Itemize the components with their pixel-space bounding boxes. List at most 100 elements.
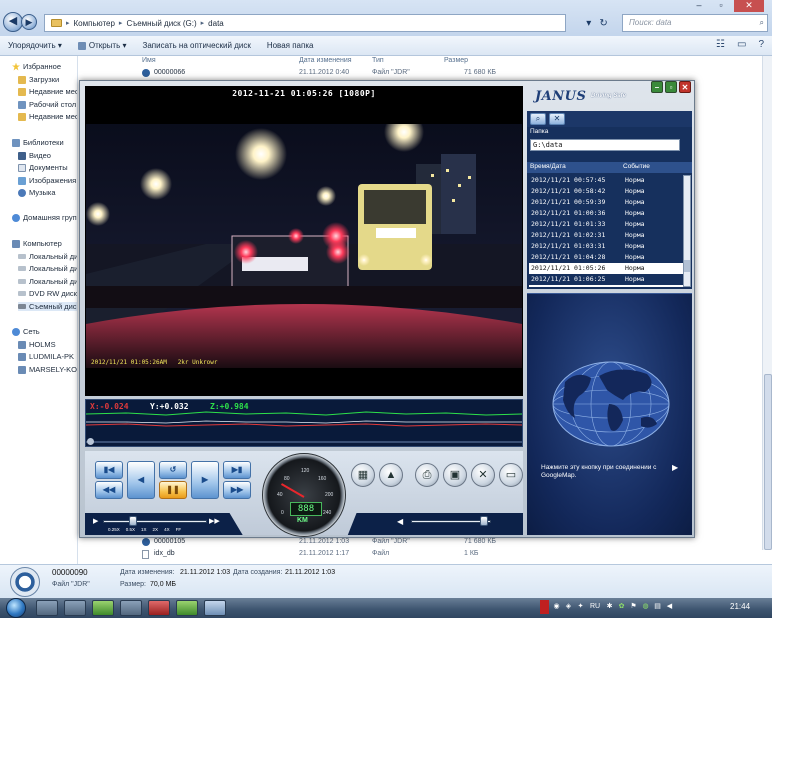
minimize-icon[interactable]: – <box>651 81 663 93</box>
nav-network-marsely[interactable]: MARSELY-KOM <box>18 365 77 374</box>
playback-speed-slider[interactable] <box>103 520 207 523</box>
fast-forward-icon[interactable]: ▶▶ <box>209 517 220 525</box>
language-indicator[interactable]: RU <box>588 600 602 614</box>
new-folder-button[interactable]: Новая папка <box>259 41 322 50</box>
nav-local-disk-3[interactable]: Локальный ди <box>18 277 77 286</box>
prev-file-button[interactable]: ▮◀ <box>95 461 123 479</box>
back-button[interactable]: ◀ <box>3 12 23 32</box>
network-icon[interactable]: ▤ <box>653 600 662 614</box>
list-item[interactable]: 2012/11/21 01:03:31 Норма <box>529 241 683 252</box>
nav-recent-places[interactable]: Недавние мес <box>18 112 77 121</box>
pause-button[interactable]: ❚❚ <box>159 481 187 499</box>
gsensor-graph[interactable]: X:-0.024 Y:+0.032 Z:+0.984 <box>85 399 523 447</box>
breadcrumb-drive[interactable]: Съемный диск (G:) <box>126 19 196 28</box>
search-icon[interactable]: ⌕ <box>530 113 546 125</box>
nav-music[interactable]: Музыка <box>18 188 56 197</box>
volume-icon[interactable]: ◀ <box>665 600 674 614</box>
list-item[interactable]: 2012/11/21 00:57:45 Норма <box>529 175 683 186</box>
list-item[interactable]: 2012/11/21 01:04:28 Норма <box>529 252 683 263</box>
settings-tools-icon[interactable]: ✕ <box>549 113 565 125</box>
start-button[interactable] <box>6 598 26 618</box>
playback-speed-thumb[interactable] <box>129 516 137 526</box>
file-list-scrollbar[interactable] <box>762 56 772 550</box>
tray-app-icon[interactable] <box>540 600 549 614</box>
list-item[interactable]: 2012/11/21 01:02:31 Норма <box>529 230 683 241</box>
list-item[interactable]: 2012/11/21 00:58:42 Норма <box>529 186 683 197</box>
event-log-list[interactable]: 2012/11/21 00:57:45 Норма 2012/11/21 00:5… <box>529 175 683 287</box>
refresh-icon[interactable]: ↻ <box>599 18 607 29</box>
burn-button[interactable]: Записать на оптический диск <box>135 41 259 50</box>
breadcrumb-data[interactable]: data <box>208 19 224 28</box>
nav-dvd[interactable]: DVD RW диско <box>18 289 77 298</box>
next-file-button[interactable]: ▶▮ <box>223 461 251 479</box>
repeat-button[interactable]: ↺ <box>159 461 187 479</box>
open-folder-icon[interactable]: ▭ <box>499 463 523 487</box>
file-row[interactable]: 00000066 21.11.2012 0:40 Файл "JDR" 71 6… <box>142 69 502 79</box>
upload-button[interactable]: ▲ <box>379 463 403 487</box>
help-icon[interactable]: ? <box>758 39 764 50</box>
googlemap-button[interactable]: ▶ <box>672 463 678 472</box>
tray-app-icon[interactable]: ◈ <box>564 600 573 614</box>
forward-button[interactable]: ▶ <box>21 14 37 30</box>
save-icon[interactable]: ▣ <box>443 463 467 487</box>
flag-icon[interactable]: ⚑ <box>629 600 638 614</box>
view-mode-icon[interactable]: ☷ <box>716 39 725 50</box>
nav-network[interactable]: Сеть <box>12 327 40 336</box>
list-item-selected[interactable]: 2012/11/21 01:05:26 Норма <box>529 263 683 274</box>
list-item[interactable]: 2012/11/21 01:01:33 Норма <box>529 219 683 230</box>
first-file-button[interactable]: ◀◀ <box>95 481 123 499</box>
file-row[interactable]: idx_db 21.11.2012 1:17 Файл 1 КБ <box>142 550 502 560</box>
nav-local-disk-1[interactable]: Локальный ди <box>18 252 77 261</box>
taskbar-app-icon[interactable] <box>92 600 114 616</box>
scrollbar-thumb[interactable] <box>684 260 690 272</box>
maximize-icon[interactable]: ▫ <box>712 0 730 12</box>
nav-recent[interactable]: Недавние мес <box>18 87 77 96</box>
nav-libraries[interactable]: Библиотеки <box>12 138 64 147</box>
tray-app-icon[interactable]: ✱ <box>605 600 614 614</box>
nav-removable-disk[interactable]: Съемный диск <box>18 302 77 311</box>
tray-app-icon[interactable]: ◍ <box>641 600 650 614</box>
clock[interactable]: 21:44 <box>730 602 750 611</box>
nav-video[interactable]: Видео <box>18 151 51 160</box>
settings-tools-icon[interactable]: ✕ <box>471 463 495 487</box>
minimize-icon[interactable]: – <box>690 0 708 12</box>
taskbar-media-icon[interactable] <box>64 600 86 616</box>
taskbar-browser-icon[interactable] <box>120 600 142 616</box>
volume-slider[interactable] <box>411 520 491 523</box>
nav-favorites[interactable]: Избранное <box>12 62 61 71</box>
column-type[interactable]: Тип <box>372 57 384 64</box>
print-icon[interactable]: ⎙ <box>415 463 439 487</box>
nav-downloads[interactable]: Загрузки <box>18 75 59 84</box>
taskbar-janus-icon[interactable] <box>204 600 226 616</box>
column-modified[interactable]: Дата изменения <box>299 57 352 64</box>
organize-button[interactable]: Упорядочить ▾ <box>0 41 70 50</box>
nav-computer[interactable]: Компьютер <box>12 239 62 248</box>
maximize-icon[interactable]: ▫ <box>665 81 677 93</box>
nav-desktop[interactable]: Рабочий стол <box>18 100 76 109</box>
close-icon[interactable]: ✕ <box>734 0 764 12</box>
tray-app-icon[interactable]: ✦ <box>576 600 585 614</box>
list-item[interactable]: 2012/11/21 01:06:25 Норма <box>529 274 683 285</box>
search-input[interactable]: Поиск: data ⌕ <box>622 14 768 32</box>
column-time[interactable]: Время/Дата <box>530 163 566 170</box>
breadcrumb[interactable]: ▸ Компьютер ▸ Съемный диск (G:) ▸ data <box>44 14 566 32</box>
nav-homegroup[interactable]: Домашняя груп <box>12 213 77 222</box>
file-row[interactable]: 00000105 21.11.2012 1:03 Файл "JDR" 71 6… <box>142 538 502 548</box>
open-button[interactable]: Открыть ▾ <box>70 41 135 50</box>
preview-pane-icon[interactable]: ▭ <box>737 39 746 50</box>
folder-path-field[interactable]: G:\data <box>530 139 680 151</box>
taskbar-opera-icon[interactable] <box>148 600 170 616</box>
column-event[interactable]: Событие <box>623 163 650 170</box>
tray-app-icon[interactable]: ✿ <box>617 600 626 614</box>
nav-network-holms[interactable]: HOLMS <box>18 340 56 349</box>
breadcrumb-computer[interactable]: Компьютер <box>74 19 115 28</box>
list-item[interactable]: 2012/11/21 00:59:39 Норма <box>529 197 683 208</box>
nav-images[interactable]: Изображения <box>18 176 76 185</box>
last-file-button[interactable]: ▶▶ <box>223 481 251 499</box>
video-viewport[interactable]: 2012-11-21 01:05:26 [1080P] 2012/11/21 0… <box>85 86 523 396</box>
scrollbar-thumb[interactable] <box>764 374 772 550</box>
volume-icon[interactable]: ◀ <box>397 517 403 526</box>
timeline-handle[interactable] <box>87 438 94 445</box>
tray-app-icon[interactable]: ◉ <box>552 600 561 614</box>
snapshot-button[interactable]: ▦ <box>351 463 375 487</box>
